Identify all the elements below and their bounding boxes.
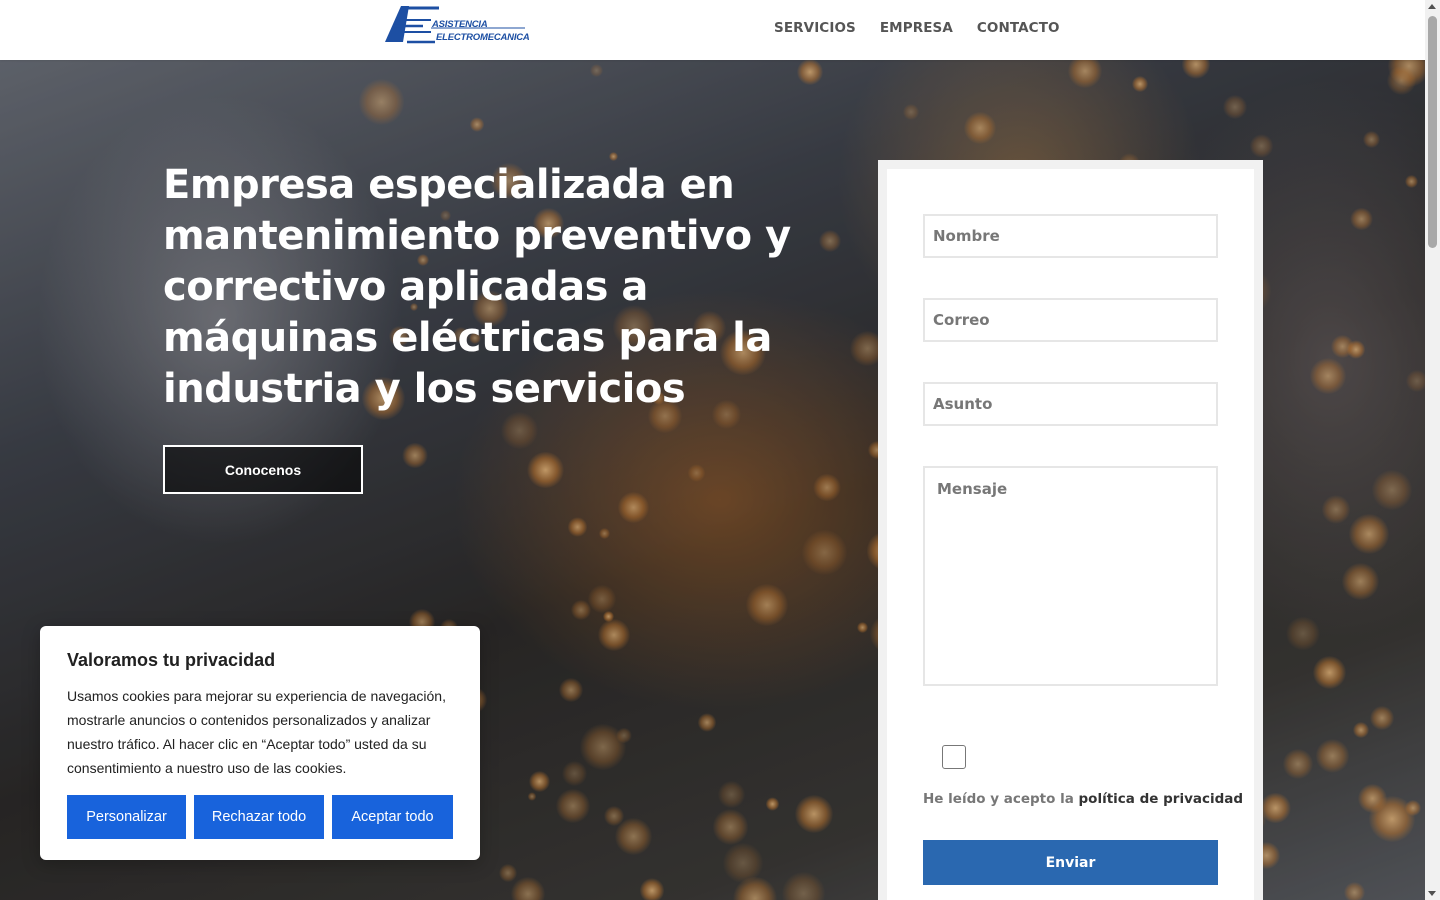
site-logo[interactable]: ASISTENCIA ELECTROMECANICA bbox=[383, 2, 530, 46]
hero-headline: Empresa especializada en mantenimiento p… bbox=[163, 162, 791, 412]
scroll-thumb[interactable] bbox=[1428, 16, 1437, 248]
page-scrollbar[interactable] bbox=[1425, 0, 1440, 900]
enviar-button[interactable]: Enviar bbox=[923, 840, 1218, 885]
nav-empresa[interactable]: EMPRESA bbox=[880, 20, 953, 36]
cookie-consent-banner: Valoramos tu privacidad Usamos cookies p… bbox=[40, 626, 480, 860]
email-input[interactable] bbox=[923, 298, 1218, 342]
cookie-body: Usamos cookies para mejorar su experienc… bbox=[67, 688, 446, 776]
logo-line-1: ASISTENCIA bbox=[432, 19, 488, 30]
consent-text: He leído y acepto la bbox=[923, 791, 1079, 807]
rechazar-todo-button[interactable]: Rechazar todo bbox=[194, 795, 324, 839]
personalizar-button[interactable]: Personalizar bbox=[67, 795, 186, 839]
conocenos-button[interactable]: Conocenos bbox=[163, 445, 363, 494]
contact-form: He leído y acepto la política de privaci… bbox=[878, 160, 1263, 900]
name-input[interactable] bbox=[923, 214, 1218, 258]
cookie-title: Valoramos tu privacidad bbox=[67, 650, 276, 670]
subject-input[interactable] bbox=[923, 382, 1218, 426]
nav-servicios[interactable]: SERVICIOS bbox=[774, 20, 856, 36]
message-textarea[interactable] bbox=[923, 466, 1218, 686]
nav-contacto[interactable]: CONTACTO bbox=[977, 20, 1060, 36]
privacy-checkbox[interactable] bbox=[942, 745, 966, 769]
site-header: ASISTENCIA ELECTROMECANICA SERVICIOS EMP… bbox=[0, 0, 1425, 60]
scroll-down-arrow-icon[interactable] bbox=[1428, 891, 1436, 896]
main-nav: SERVICIOS EMPRESA CONTACTO bbox=[774, 20, 1060, 36]
scroll-up-arrow-icon[interactable] bbox=[1428, 4, 1436, 9]
aceptar-todo-button[interactable]: Aceptar todo bbox=[332, 795, 453, 839]
privacy-policy-link[interactable]: política de privacidad bbox=[1079, 791, 1244, 807]
privacy-consent-label: He leído y acepto la política de privaci… bbox=[923, 791, 1243, 807]
logo-line-2: ELECTROMECANICA bbox=[436, 32, 530, 43]
